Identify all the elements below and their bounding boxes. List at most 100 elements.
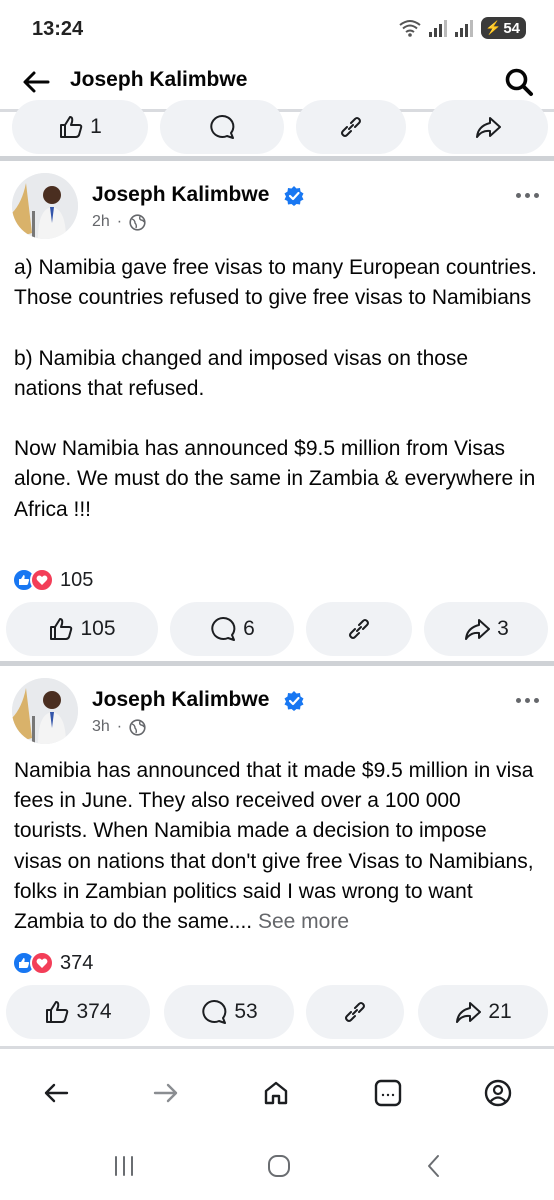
status-bar: 13:24 ⚡ 54 xyxy=(0,0,554,58)
browser-toolbar xyxy=(0,1046,554,1132)
back-system-button[interactable] xyxy=(414,1148,454,1184)
comment-button[interactable]: 53 xyxy=(164,985,294,1039)
system-navigation-bar xyxy=(0,1132,554,1200)
share-button[interactable]: 21 xyxy=(418,985,548,1039)
reaction-icons xyxy=(12,568,54,592)
globe-icon xyxy=(129,213,146,231)
post-card: Joseph Kalimbwe 2h · a) Namibia gave fre… xyxy=(0,161,554,661)
link-icon xyxy=(341,117,361,137)
reaction-summary[interactable]: 374 xyxy=(12,951,93,975)
avatar[interactable] xyxy=(12,678,78,744)
comment-icon xyxy=(210,114,235,139)
more-options-button[interactable] xyxy=(510,185,544,205)
comment-icon xyxy=(211,616,236,641)
like-icon xyxy=(60,116,83,138)
more-options-button[interactable] xyxy=(510,690,544,710)
reaction-icons xyxy=(12,951,54,975)
share-button[interactable] xyxy=(428,100,548,154)
reaction-count: 374 xyxy=(60,951,94,974)
comment-button[interactable] xyxy=(160,100,284,154)
avatar-photo xyxy=(12,173,78,239)
love-reaction-icon xyxy=(30,951,54,975)
more-icon xyxy=(515,192,521,198)
back-arrow-icon xyxy=(44,1083,69,1103)
home-icon xyxy=(264,1081,288,1105)
author-name[interactable]: Joseph Kalimbwe xyxy=(92,688,269,712)
chevron-left-icon xyxy=(428,1155,439,1177)
signal-icon xyxy=(429,19,448,37)
comment-count: 6 xyxy=(243,617,255,640)
comment-button[interactable]: 6 xyxy=(170,602,294,656)
search-icon xyxy=(505,68,533,96)
like-count: 374 xyxy=(76,1000,112,1023)
forward-icon xyxy=(153,1083,178,1103)
copy-link-button[interactable] xyxy=(296,100,406,154)
author-name[interactable]: Joseph Kalimbwe xyxy=(92,183,269,207)
home-button[interactable] xyxy=(256,1073,296,1113)
post-body: Namibia has announced that it made $9.5 … xyxy=(14,759,534,934)
copy-link-button[interactable] xyxy=(306,602,412,656)
share-count: 21 xyxy=(488,1000,512,1023)
post-body: a) Namibia gave free visas to many Europ… xyxy=(14,256,537,521)
battery-indicator: ⚡ 54 xyxy=(481,17,526,39)
page-title: Joseph Kalimbwe xyxy=(70,68,248,91)
more-icon-dot xyxy=(533,697,539,703)
tabs-button[interactable] xyxy=(368,1073,408,1113)
dot-separator: · xyxy=(116,718,123,735)
link-icon xyxy=(345,1002,365,1022)
share-button[interactable]: 3 xyxy=(424,602,548,656)
verified-badge-icon xyxy=(284,186,304,206)
avatar-photo xyxy=(12,678,78,744)
charging-icon: ⚡ xyxy=(485,20,502,35)
back-arrow-icon xyxy=(23,71,50,93)
reaction-summary[interactable]: 105 xyxy=(12,568,93,592)
like-icon xyxy=(50,618,73,640)
love-reaction-icon xyxy=(30,568,54,592)
post-actions: 105 6 3 xyxy=(0,602,554,656)
tabs-icon xyxy=(374,1079,402,1107)
home-system-button[interactable] xyxy=(259,1148,299,1184)
forward-nav-button[interactable] xyxy=(146,1073,186,1113)
home-circle-icon xyxy=(268,1155,290,1177)
signal-icon-2 xyxy=(455,19,474,37)
battery-level: 54 xyxy=(503,19,520,37)
profile-icon xyxy=(484,1079,512,1107)
like-count: 105 xyxy=(80,617,116,640)
status-icons: ⚡ 54 xyxy=(399,17,526,39)
share-count: 3 xyxy=(497,617,509,640)
back-nav-button[interactable] xyxy=(36,1073,76,1113)
post-time[interactable]: 3h xyxy=(92,718,110,736)
back-button[interactable] xyxy=(18,64,54,100)
share-icon xyxy=(465,619,491,640)
copy-link-button[interactable] xyxy=(306,985,404,1039)
like-count: 1 xyxy=(90,115,102,138)
share-icon xyxy=(456,1002,482,1023)
previous-post-actions: 1 xyxy=(0,100,554,154)
reaction-count: 105 xyxy=(60,568,94,591)
profile-button[interactable] xyxy=(478,1073,518,1113)
like-button[interactable]: 105 xyxy=(6,602,158,656)
recent-apps-button[interactable] xyxy=(104,1148,144,1184)
see-more-link[interactable]: See more xyxy=(258,910,349,933)
wifi-icon xyxy=(399,20,421,37)
post-text: Namibia has announced that it made $9.5 … xyxy=(14,756,540,937)
share-icon xyxy=(476,117,501,138)
more-icon-dot xyxy=(524,697,530,703)
more-icon-dot xyxy=(524,192,530,198)
like-button[interactable]: 1 xyxy=(12,100,148,154)
verified-badge-icon xyxy=(284,691,304,711)
avatar[interactable] xyxy=(12,173,78,239)
comment-icon xyxy=(202,999,227,1024)
post-time[interactable]: 2h xyxy=(92,213,110,231)
comment-count: 53 xyxy=(234,1000,258,1023)
dot-separator: · xyxy=(116,213,123,230)
post-card: Joseph Kalimbwe 3h · Namibia has announc… xyxy=(0,666,554,1046)
status-time: 13:24 xyxy=(32,18,84,40)
post-actions: 374 53 21 xyxy=(0,985,554,1039)
like-button[interactable]: 374 xyxy=(6,985,150,1039)
link-icon xyxy=(349,619,369,639)
more-icon xyxy=(515,697,521,703)
search-button[interactable] xyxy=(500,63,538,101)
post-meta: 2h · xyxy=(92,213,146,231)
globe-icon xyxy=(129,718,146,736)
